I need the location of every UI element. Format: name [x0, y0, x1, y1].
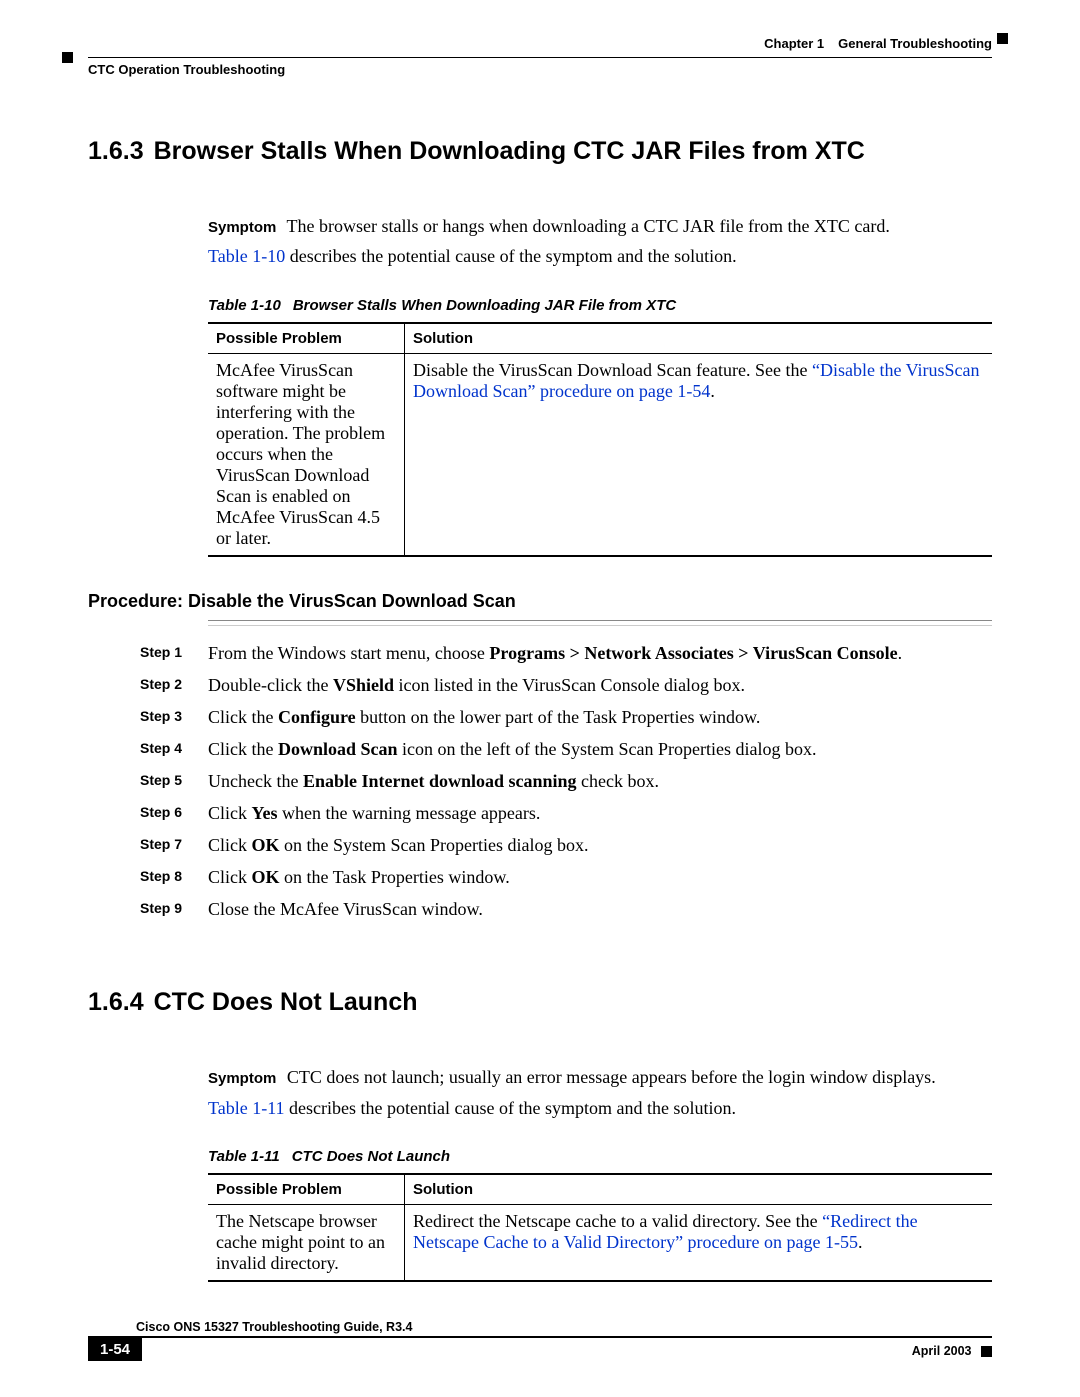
step-label: Step 5	[140, 768, 208, 794]
step-text: Click OK on the System Scan Properties d…	[208, 832, 588, 858]
table-caption: Table 1-10 Browser Stalls When Downloadin…	[208, 297, 992, 314]
section-heading: 1.6.4 CTC Does Not Launch	[88, 988, 992, 1017]
table-caption-number: Table 1-10	[208, 297, 281, 314]
section-number: 1.6.3	[88, 137, 144, 165]
table-cell-solution: Disable the VirusScan Download Scan feat…	[405, 353, 993, 556]
table-header-problem: Possible Problem	[208, 1174, 405, 1205]
page-footer: Cisco ONS 15327 Troubleshooting Guide, R…	[88, 1320, 992, 1361]
symptom-label: Symptom	[208, 219, 276, 236]
table-ref-rest: describes the potential cause of the sym…	[285, 1098, 736, 1118]
procedure-heading: Procedure: Disable the VirusScan Downloa…	[88, 591, 992, 612]
section-title: Browser Stalls When Downloading CTC JAR …	[154, 137, 865, 165]
procedure-step: Step 6Click Yes when the warning message…	[140, 800, 992, 826]
solution-post: .	[710, 381, 715, 401]
table-caption-title: Browser Stalls When Downloading JAR File…	[293, 297, 676, 314]
procedure-step: Step 7Click OK on the System Scan Proper…	[140, 832, 992, 858]
symptom-text: The browser stalls or hangs when downloa…	[287, 216, 890, 236]
section-heading: 1.6.3 Browser Stalls When Downloading CTC…	[88, 137, 992, 166]
page: Chapter 1 General Troubleshooting CTC Op…	[0, 0, 1080, 1397]
section-path: CTC Operation Troubleshooting	[88, 62, 992, 77]
running-header: Chapter 1 General Troubleshooting	[88, 36, 992, 51]
step-label: Step 4	[140, 736, 208, 762]
procedure-step: Step 8Click OK on the Task Properties wi…	[140, 864, 992, 890]
solution-pre: Disable the VirusScan Download Scan feat…	[413, 360, 812, 380]
step-label: Step 2	[140, 672, 208, 698]
table-1-11: Possible Problem Solution The Netscape b…	[208, 1173, 992, 1282]
footer-date: April 2003	[912, 1344, 992, 1358]
step-label: Step 7	[140, 832, 208, 858]
step-label: Step 8	[140, 864, 208, 890]
procedure-step: Step 1From the Windows start menu, choos…	[140, 640, 992, 666]
table-header-problem: Possible Problem	[208, 323, 405, 354]
step-text: Double-click the VShield icon listed in …	[208, 672, 745, 698]
procedure-step: Step 5Uncheck the Enable Internet downlo…	[140, 768, 992, 794]
table-1-10: Possible Problem Solution McAfee VirusSc…	[208, 322, 992, 557]
symptom-line: Symptom CTC does not launch; usually an …	[208, 1065, 992, 1089]
procedure-step: Step 9Close the McAfee VirusScan window.	[140, 896, 992, 922]
step-text: From the Windows start menu, choose Prog…	[208, 640, 902, 666]
procedure-step: Step 3Click the Configure button on the …	[140, 704, 992, 730]
table-caption: Table 1-11 CTC Does Not Launch	[208, 1148, 992, 1165]
corner-marker-icon	[981, 1346, 992, 1357]
table-ref-link[interactable]: Table 1-11	[208, 1098, 285, 1118]
step-label: Step 1	[140, 640, 208, 666]
step-label: Step 9	[140, 896, 208, 922]
header-rule	[88, 57, 992, 58]
section-number: 1.6.4	[88, 988, 144, 1016]
chapter-label: Chapter 1	[764, 36, 824, 51]
section-body: Symptom The browser stalls or hangs when…	[208, 214, 992, 557]
step-label: Step 3	[140, 704, 208, 730]
step-text: Click OK on the Task Properties window.	[208, 864, 510, 890]
table-reference: Table 1-11 describes the potential cause…	[208, 1096, 992, 1120]
section-body: Symptom CTC does not launch; usually an …	[208, 1065, 992, 1282]
corner-marker-icon	[997, 33, 1008, 44]
step-text: Click the Configure button on the lower …	[208, 704, 760, 730]
table-caption-number: Table 1-11	[208, 1148, 280, 1165]
table-header-solution: Solution	[405, 1174, 993, 1205]
table-ref-rest: describes the potential cause of the sym…	[285, 246, 736, 266]
procedure-step: Step 4Click the Download Scan icon on th…	[140, 736, 992, 762]
step-text: Click the Download Scan icon on the left…	[208, 736, 816, 762]
solution-pre: Redirect the Netscape cache to a valid d…	[413, 1211, 822, 1231]
procedure-steps: Step 1From the Windows start menu, choos…	[140, 640, 992, 923]
table-row: McAfee VirusScan software might be inter…	[208, 353, 992, 556]
page-number: 1-54	[88, 1338, 142, 1361]
table-reference: Table 1-10 describes the potential cause…	[208, 244, 992, 268]
chapter-title: General Troubleshooting	[838, 36, 992, 51]
table-cell-solution: Redirect the Netscape cache to a valid d…	[405, 1205, 993, 1282]
solution-post: .	[858, 1232, 863, 1252]
symptom-line: Symptom The browser stalls or hangs when…	[208, 214, 992, 238]
symptom-label: Symptom	[208, 1070, 276, 1087]
table-caption-title: CTC Does Not Launch	[292, 1148, 450, 1165]
table-ref-link[interactable]: Table 1-10	[208, 246, 285, 266]
doc-title: Cisco ONS 15327 Troubleshooting Guide, R…	[136, 1320, 992, 1334]
table-cell-problem: McAfee VirusScan software might be inter…	[208, 353, 405, 556]
table-row: The Netscape browser cache might point t…	[208, 1205, 992, 1282]
table-header-solution: Solution	[405, 323, 993, 354]
step-text: Close the McAfee VirusScan window.	[208, 896, 483, 922]
step-text: Click Yes when the warning message appea…	[208, 800, 540, 826]
procedure-step: Step 2Double-click the VShield icon list…	[140, 672, 992, 698]
step-label: Step 6	[140, 800, 208, 826]
symptom-text: CTC does not launch; usually an error me…	[287, 1067, 936, 1087]
procedure-rule	[208, 620, 992, 626]
section-title: CTC Does Not Launch	[154, 988, 418, 1016]
footer-rule: 1-54 April 2003	[88, 1336, 992, 1361]
corner-marker-icon	[62, 52, 73, 63]
step-text: Uncheck the Enable Internet download sca…	[208, 768, 659, 794]
table-cell-problem: The Netscape browser cache might point t…	[208, 1205, 405, 1282]
